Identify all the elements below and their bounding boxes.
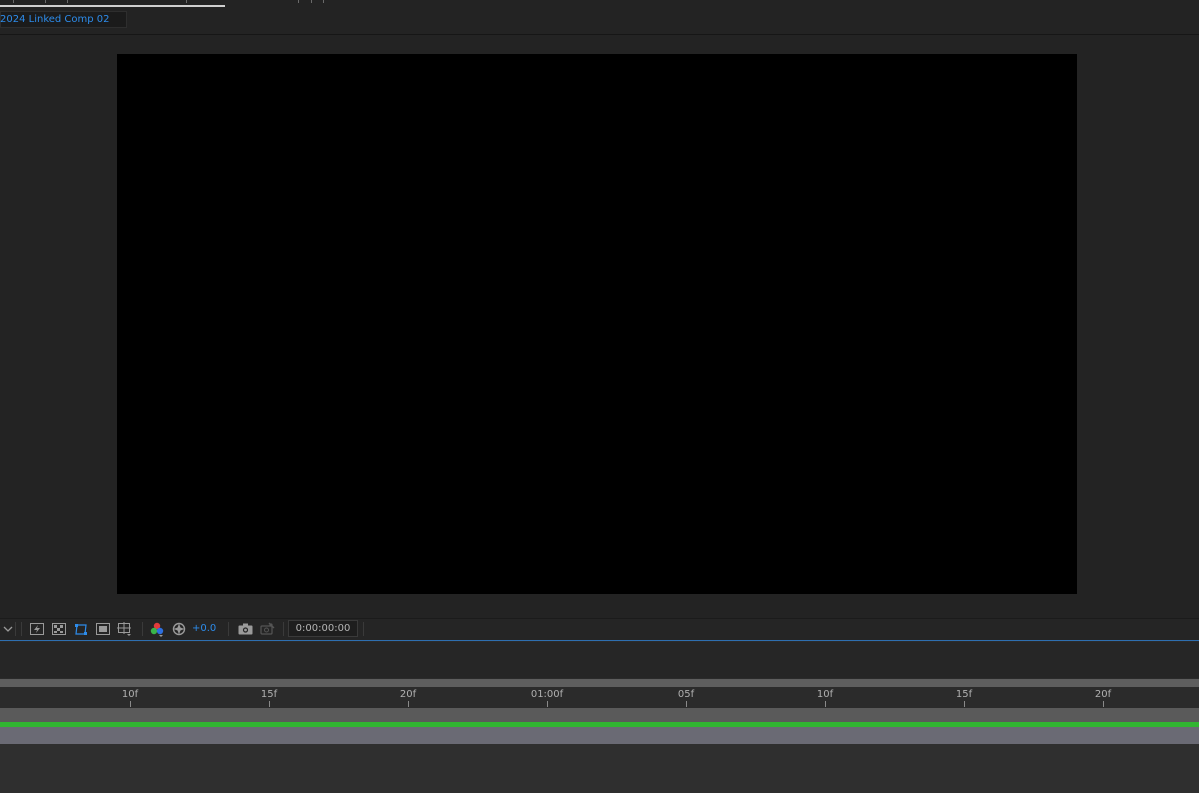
composition-breadcrumb-label[interactable]: 2024 Linked Comp 02 <box>0 13 110 26</box>
mask-path-visibility-icon[interactable] <box>73 621 89 637</box>
timeline-track-area[interactable] <box>0 708 1199 722</box>
ruler-tick <box>1103 701 1104 707</box>
ruler-tick <box>686 701 687 707</box>
current-time-label[interactable]: 0:00:00:00 <box>288 623 358 634</box>
fast-previews-icon[interactable] <box>29 621 45 637</box>
work-area-bar[interactable] <box>0 679 1199 687</box>
exposure-value[interactable]: +0.0 <box>192 623 216 634</box>
ruler-label: 15f <box>260 689 278 700</box>
snapshot-camera-icon[interactable] <box>237 621 253 637</box>
timeline-header <box>0 642 1199 678</box>
ruler-tick <box>130 701 131 707</box>
time-ruler[interactable] <box>0 687 1199 708</box>
reset-exposure-icon[interactable] <box>171 621 187 637</box>
toolbar-separator <box>21 622 22 636</box>
toolbar-separator <box>363 622 364 636</box>
grid-guides-icon[interactable] <box>117 621 133 637</box>
ruler-label: 10f <box>121 689 139 700</box>
tab-divider <box>298 0 299 3</box>
tab-divider <box>311 0 312 3</box>
ruler-label: 05f <box>677 689 695 700</box>
ruler-label: 20f <box>1094 689 1112 700</box>
active-tab-indicator <box>0 5 225 7</box>
tab-divider <box>45 0 46 3</box>
composition-frame[interactable] <box>117 54 1077 594</box>
ruler-label: 01:00f <box>530 689 564 700</box>
ruler-label: 15f <box>955 689 973 700</box>
transparency-grid-icon[interactable] <box>51 621 67 637</box>
show-channel-icon[interactable] <box>149 621 165 637</box>
toolbar-separator <box>283 622 284 636</box>
toolbar-separator <box>142 622 143 636</box>
tab-divider <box>13 0 14 3</box>
ruler-tick <box>964 701 965 707</box>
ruler-label: 20f <box>399 689 417 700</box>
timeline-empty-area <box>0 744 1199 793</box>
tab-divider <box>186 0 187 3</box>
ruler-tick <box>825 701 826 707</box>
ruler-tick <box>408 701 409 707</box>
tab-divider <box>67 0 68 3</box>
ruler-tick <box>269 701 270 707</box>
ruler-label: 10f <box>816 689 834 700</box>
show-snapshot-icon[interactable] <box>259 621 275 637</box>
toolbar-separator <box>228 622 229 636</box>
ruler-tick <box>547 701 548 707</box>
tab-divider <box>323 0 324 3</box>
composition-breadcrumb-bar <box>0 8 1199 35</box>
magnification-dropdown-icon[interactable] <box>0 621 16 637</box>
region-of-interest-icon[interactable] <box>95 621 111 637</box>
toolbar-separator <box>15 622 16 636</box>
layer-bar[interactable] <box>0 727 1199 744</box>
